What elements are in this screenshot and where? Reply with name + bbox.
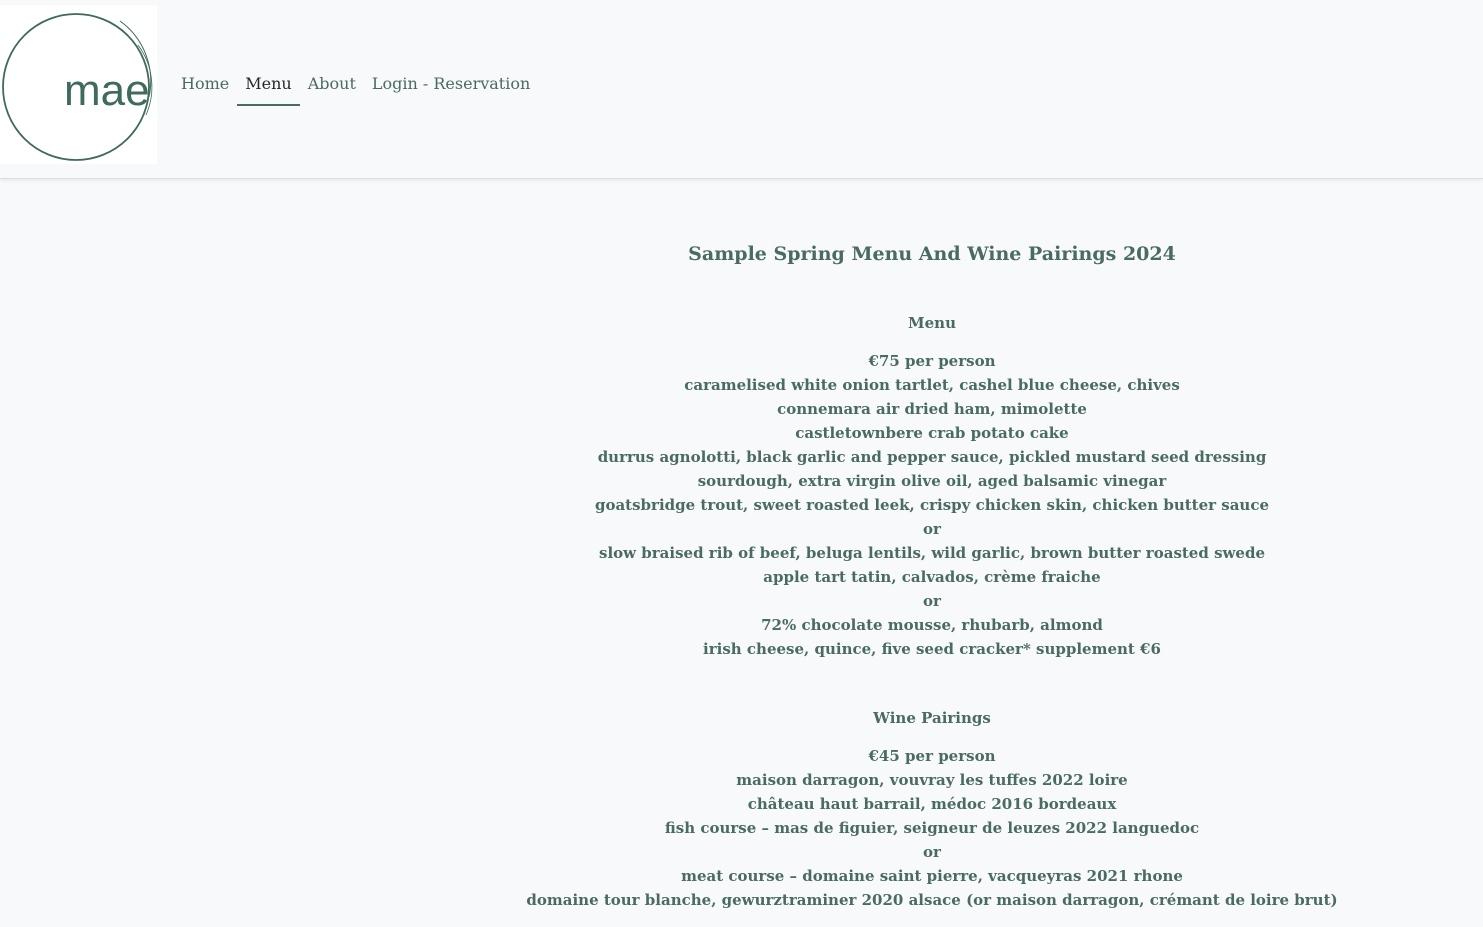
site-header: mae Home Menu About Login - Reservation [0, 0, 1483, 179]
menu-line: 72% chocolate mousse, rhubarb, almond [761, 616, 1103, 634]
menu-line: durrus agnolotti, black garlic and peppe… [597, 448, 1267, 466]
menu-section: Menu €75 per person caramelised white on… [0, 311, 1483, 661]
menu-line: slow braised rib of beef, beluga lentils… [599, 544, 1265, 562]
menu-line: connemara air dried ham, mimolette [777, 400, 1087, 418]
wine-section: Wine Pairings €45 per person maison darr… [0, 706, 1483, 912]
menu-line: €75 per person [868, 352, 996, 370]
wine-line: €45 per person [868, 747, 996, 765]
site-logo[interactable]: mae [0, 5, 157, 164]
menu-line: irish cheese, quince, five seed cracker*… [703, 640, 1161, 658]
menu-line: castletownbere crab potato cake [795, 424, 1069, 442]
menu-heading: Menu [908, 314, 956, 332]
wine-lines: €45 per person maison darragon, vouvray … [0, 744, 1483, 912]
wine-line: meat course – domaine saint pierre, vacq… [681, 867, 1183, 885]
wine-line: or [923, 843, 941, 861]
menu-line: or [923, 520, 941, 538]
menu-lines: €75 per person caramelised white onion t… [0, 349, 1483, 661]
nav-menu[interactable]: Menu [237, 72, 300, 106]
wine-line: château haut barrail, médoc 2016 bordeau… [747, 795, 1117, 813]
wine-line: fish course – mas de figuier, seigneur d… [664, 819, 1200, 837]
mae-logo-icon: mae [2, 13, 153, 161]
wine-line: maison darragon, vouvray les tuffes 2022… [736, 771, 1128, 789]
wine-heading: Wine Pairings [873, 709, 991, 727]
menu-line: apple tart tatin, calvados, crème fraich… [763, 568, 1101, 586]
logo-text: mae [64, 66, 150, 115]
menu-line: caramelised white onion tartlet, cashel … [684, 376, 1180, 394]
page-title: Sample Spring Menu And Wine Pairings 202… [688, 243, 1176, 265]
main-nav: Home Menu About Login - Reservation [173, 72, 538, 106]
nav-home[interactable]: Home [173, 72, 237, 106]
menu-line: or [923, 592, 941, 610]
menu-line: goatsbridge trout, sweet roasted leek, c… [594, 496, 1270, 514]
nav-login-reservation[interactable]: Login - Reservation [364, 72, 538, 106]
nav-about[interactable]: About [300, 72, 364, 106]
menu-line: sourdough, extra virgin olive oil, aged … [697, 472, 1167, 490]
wine-line: domaine tour blanche, gewurztraminer 202… [526, 891, 1338, 909]
